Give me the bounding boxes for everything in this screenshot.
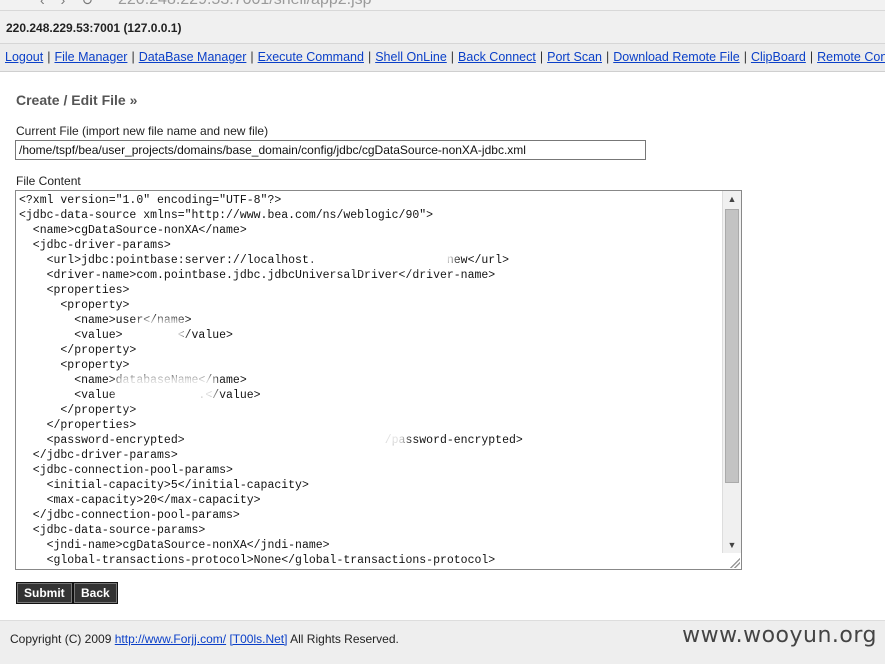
browser-chrome: ‹›↻ 220.248.229.53:7001/shell/app2.jsp (0, 0, 885, 11)
redaction-blur (188, 423, 406, 449)
menu-separator: | (450, 50, 455, 64)
menu-link-execute-command[interactable]: Execute Command (258, 50, 364, 64)
t00ls-link[interactable]: [T00ls.Net] (229, 632, 287, 646)
redaction-blur (116, 375, 216, 403)
resize-grip-icon[interactable] (730, 558, 740, 568)
menu-links: Logout | File Manager | DataBase Manager | Exe… (5, 50, 885, 64)
menu-separator: | (606, 50, 610, 64)
menu-separator: | (47, 50, 51, 64)
menu-link-clipboard[interactable]: ClipBoard (751, 50, 806, 64)
editor-scrollbar[interactable]: ▲ ▼ (722, 191, 741, 553)
redaction-blur (314, 243, 454, 267)
forjj-link[interactable]: http://www.Forjj.com/ (115, 632, 226, 646)
menu-link-port-scan[interactable]: Port Scan (547, 50, 602, 64)
browser-nav-icons[interactable]: ‹›↻ (40, 0, 109, 9)
menu-separator: | (367, 50, 372, 64)
address-bar[interactable]: 220.248.229.53:7001/shell/app2.jsp (118, 0, 372, 9)
menu-separator: | (131, 50, 135, 64)
menu-link-logout[interactable]: Logout (5, 50, 43, 64)
page-title: Create / Edit File » (16, 92, 138, 108)
menu-separator: | (539, 50, 544, 64)
submit-button[interactable]: Submit (16, 582, 73, 604)
copyright-prefix: Copyright (C) 2009 (10, 632, 112, 646)
scroll-down-arrow-icon[interactable]: ▼ (723, 537, 741, 553)
main-menu: Logout | File Manager | DataBase Manager | Exe… (0, 44, 885, 72)
current-file-label: Current File (import new file name and n… (16, 124, 269, 138)
file-content-textarea[interactable]: <?xml version="1.0" encoding="UTF-8"?> <… (15, 190, 742, 570)
menu-separator: | (250, 50, 254, 64)
menu-link-download-remote-file[interactable]: Download Remote File (613, 50, 739, 64)
scroll-up-arrow-icon[interactable]: ▲ (723, 191, 741, 207)
footer: Copyright (C) 2009 http://www.Forjj.com/… (0, 620, 885, 664)
menu-link-remote-control[interactable]: Remote Control (817, 50, 885, 64)
current-file-input[interactable]: /home/tspf/bea/user_projects/domains/bas… (15, 140, 646, 160)
copyright-line: Copyright (C) 2009 http://www.Forjj.com/… (10, 632, 399, 646)
redaction-blur (136, 319, 184, 343)
menu-separator: | (743, 50, 747, 64)
scrollbar-thumb[interactable] (725, 209, 739, 483)
host-title: 220.248.229.53:7001 (127.0.0.1) (6, 21, 182, 35)
back-button[interactable]: Back (73, 582, 118, 604)
file-content-label: File Content (16, 174, 81, 188)
menu-link-database-manager[interactable]: DataBase Manager (139, 50, 247, 64)
host-title-bar: 220.248.229.53:7001 (127.0.0.1) (0, 11, 885, 44)
menu-separator: | (809, 50, 814, 64)
menu-link-shell-online[interactable]: Shell OnLine (375, 50, 447, 64)
menu-link-file-manager[interactable]: File Manager (54, 50, 127, 64)
copyright-suffix: All Rights Reserved. (290, 632, 399, 646)
watermark: www.wooyun.org (682, 623, 877, 648)
menu-link-back-connect[interactable]: Back Connect (458, 50, 536, 64)
